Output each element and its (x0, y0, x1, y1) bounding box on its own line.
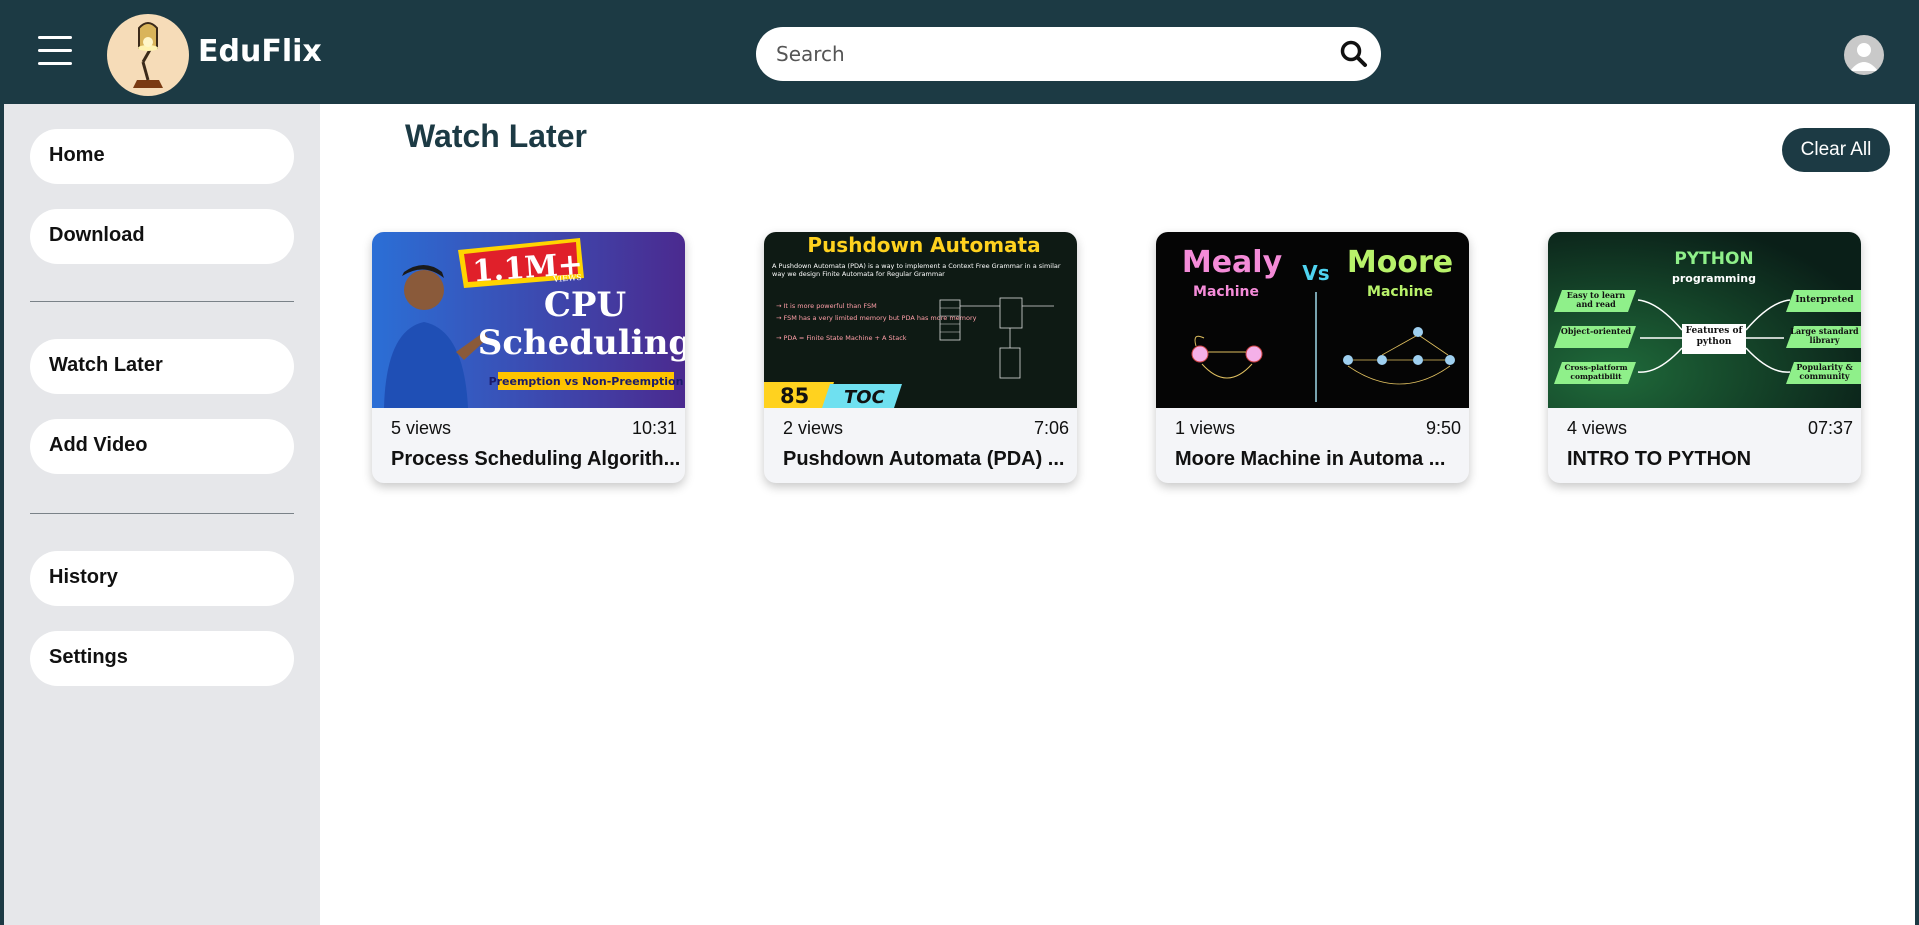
video-thumbnail[interactable]: Pushdown Automata A Pushdown Automata (P… (764, 232, 1077, 408)
page-title: Watch Later (405, 118, 587, 154)
video-title[interactable]: Pushdown Automata (PDA) ... (783, 448, 1073, 471)
thumb-feature: Popularity & community (1796, 363, 1853, 381)
thumb-heading: Pushdown Automata (807, 233, 1040, 257)
top-bar: EduFlix (0, 0, 1919, 104)
thumb-bullet: → PDA = Finite State Machine + A Stack (776, 334, 907, 342)
video-views: 1 views (1175, 418, 1236, 438)
video-views: 5 views (391, 418, 452, 438)
thumb-vs: Vs (1302, 261, 1329, 285)
sidebar-item-home[interactable]: Home (30, 129, 294, 184)
thumb-left: Mealy (1182, 245, 1283, 280)
video-thumbnail[interactable]: PYTHON programming Features of python Ea… (1548, 232, 1861, 408)
video-thumbnail[interactable]: Mealy Machine Vs Moore Machine (1156, 232, 1469, 408)
search-bar (756, 27, 1381, 81)
thumb-tag: TOC (844, 387, 886, 408)
video-title[interactable]: Moore Machine in Automa ... (1175, 448, 1465, 471)
video-card[interactable]: Pushdown Automata A Pushdown Automata (P… (764, 232, 1077, 483)
sidebar-item-add-video[interactable]: Add Video (30, 419, 294, 474)
sidebar-item-download[interactable]: Download (30, 209, 294, 264)
user-avatar-icon[interactable] (1844, 35, 1884, 75)
thumb-right: Moore (1347, 245, 1453, 280)
thumb-feature: Object-oriented (1560, 327, 1632, 336)
video-duration: 7:06 (1033, 418, 1069, 438)
sidebar-item-watch-later[interactable]: Watch Later (30, 339, 294, 394)
thumb-bullet: → It is more powerful than FSM (776, 302, 877, 310)
thumb-sub: programming (1672, 272, 1756, 285)
thumb-tag: Preemption vs Non-Preemption (489, 375, 684, 388)
thumb-line1: CPU (544, 285, 626, 325)
magnifier-icon[interactable] (1339, 39, 1369, 69)
video-views: 4 views (1567, 418, 1628, 438)
thumb-left-sub: Machine (1193, 284, 1259, 300)
sidebar-item-history[interactable]: History (30, 551, 294, 606)
brand-name[interactable]: EduFlix (198, 34, 322, 69)
video-duration: 10:31 (631, 418, 677, 438)
video-views: 2 views (783, 418, 844, 438)
video-duration: 9:50 (1425, 418, 1461, 438)
sidebar: Home Download Watch Later Add Video Hist… (4, 104, 320, 925)
clear-all-button[interactable]: Clear All (1782, 128, 1890, 172)
video-card[interactable]: PYTHON programming Features of python Ea… (1548, 232, 1861, 483)
thumb-center: Features of python (1685, 326, 1743, 347)
video-card[interactable]: Mealy Machine Vs Moore Machine 1 views 9… (1156, 232, 1469, 483)
thumb-number: 85 (780, 384, 809, 408)
sidebar-item-settings[interactable]: Settings (30, 631, 294, 686)
video-card[interactable]: 1.1M+ VIEWS CPU Scheduling Preemption vs… (372, 232, 685, 483)
thumb-heading: PYTHON (1674, 249, 1753, 269)
sidebar-divider (30, 301, 294, 302)
thumb-feature: Cross-platform compatibilit (1564, 363, 1628, 381)
thumb-line2: Scheduling (478, 323, 685, 363)
video-title[interactable]: INTRO TO PYTHON (1567, 448, 1857, 471)
video-duration: 07:37 (1807, 418, 1853, 438)
desk-lamp-icon[interactable] (107, 14, 189, 96)
thumb-feature: Large standard library (1790, 327, 1859, 345)
sidebar-divider (30, 513, 294, 514)
search-input[interactable] (776, 27, 1316, 81)
thumb-feature: Easy to learn and read (1566, 291, 1626, 309)
thumb-desc: A Pushdown Automata (PDA) is a way to im… (772, 262, 1061, 278)
video-title[interactable]: Process Scheduling Algorith... (391, 448, 681, 471)
video-thumbnail[interactable]: 1.1M+ VIEWS CPU Scheduling Preemption vs… (372, 232, 685, 408)
thumb-feature: Interpreted (1795, 295, 1854, 305)
hamburger-menu-icon[interactable] (38, 36, 74, 68)
thumb-right-sub: Machine (1367, 284, 1433, 300)
thumb-bullet: → FSM has a very limited memory but PDA … (776, 314, 977, 322)
